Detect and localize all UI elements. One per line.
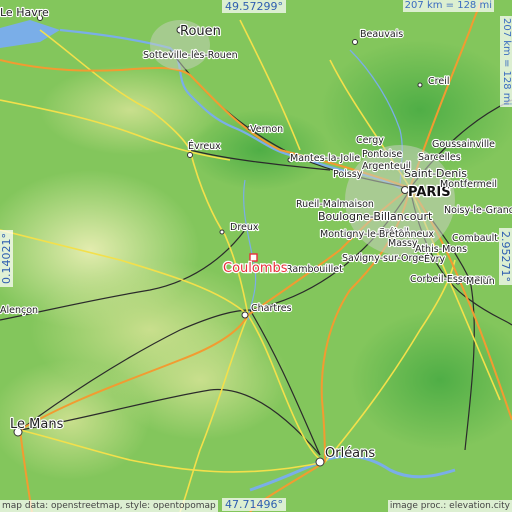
city-label: Sotteville-lès-Rouen xyxy=(143,50,238,61)
horizontal-scale-label: 207 km = 128 mi xyxy=(402,0,494,12)
city-label: Massy xyxy=(388,238,418,249)
city-label: Le Havre xyxy=(0,6,49,19)
coulombs-marker[interactable] xyxy=(249,253,258,262)
left-longitude-label: 0.14021° xyxy=(0,230,13,287)
city-label: Le Mans xyxy=(10,417,64,432)
city-label: Cergy xyxy=(356,135,384,146)
city-label: Alençon xyxy=(0,305,38,316)
city-label: Pontoise xyxy=(362,149,402,160)
bottom-latitude-label: 47.71496° xyxy=(222,498,286,511)
vertical-scale-label: 207 km = 128 mi xyxy=(500,16,512,108)
coulombs-label[interactable]: Coulombs xyxy=(222,260,289,278)
city-label: Vernon xyxy=(250,124,283,135)
city-label: Chartres xyxy=(251,303,292,314)
map-canvas[interactable]: Le Havre Rouen Sotteville-lès-Rouen Beau… xyxy=(0,0,512,512)
city-label: Poissy xyxy=(333,169,363,180)
city-label: Rambouillet xyxy=(286,264,343,275)
city-label: Montfermeil xyxy=(440,179,497,190)
map-credit: map data: openstreetmap, style: opentopo… xyxy=(0,500,218,512)
right-longitude-label: 2.95271° xyxy=(499,228,512,285)
city-label: Dreux xyxy=(230,222,259,233)
top-latitude-label: 49.57299° xyxy=(222,0,286,13)
city-label: Rueil-Malmaison xyxy=(296,199,374,210)
city-label: Creil xyxy=(428,76,449,87)
city-label: Melun xyxy=(466,276,495,287)
city-label: Noisy-le-Grand xyxy=(444,205,512,216)
city-label: Évry xyxy=(424,253,446,265)
city-label: Beauvais xyxy=(360,29,403,40)
processing-credit: image proc.: elevation.city xyxy=(387,500,512,512)
city-label: Rouen xyxy=(180,24,221,39)
city-label: Évreux xyxy=(188,140,221,152)
city-label: Mantes-la-Jolie xyxy=(290,153,360,164)
city-label: Savigny-sur-Orge xyxy=(342,253,424,264)
city-label: Boulogne-Billancourt xyxy=(318,210,433,223)
city-label: Sarcelles xyxy=(418,152,461,163)
city-label: Goussainville xyxy=(432,139,495,150)
city-label: Combault xyxy=(452,233,498,244)
city-label: Orléans xyxy=(325,446,375,461)
